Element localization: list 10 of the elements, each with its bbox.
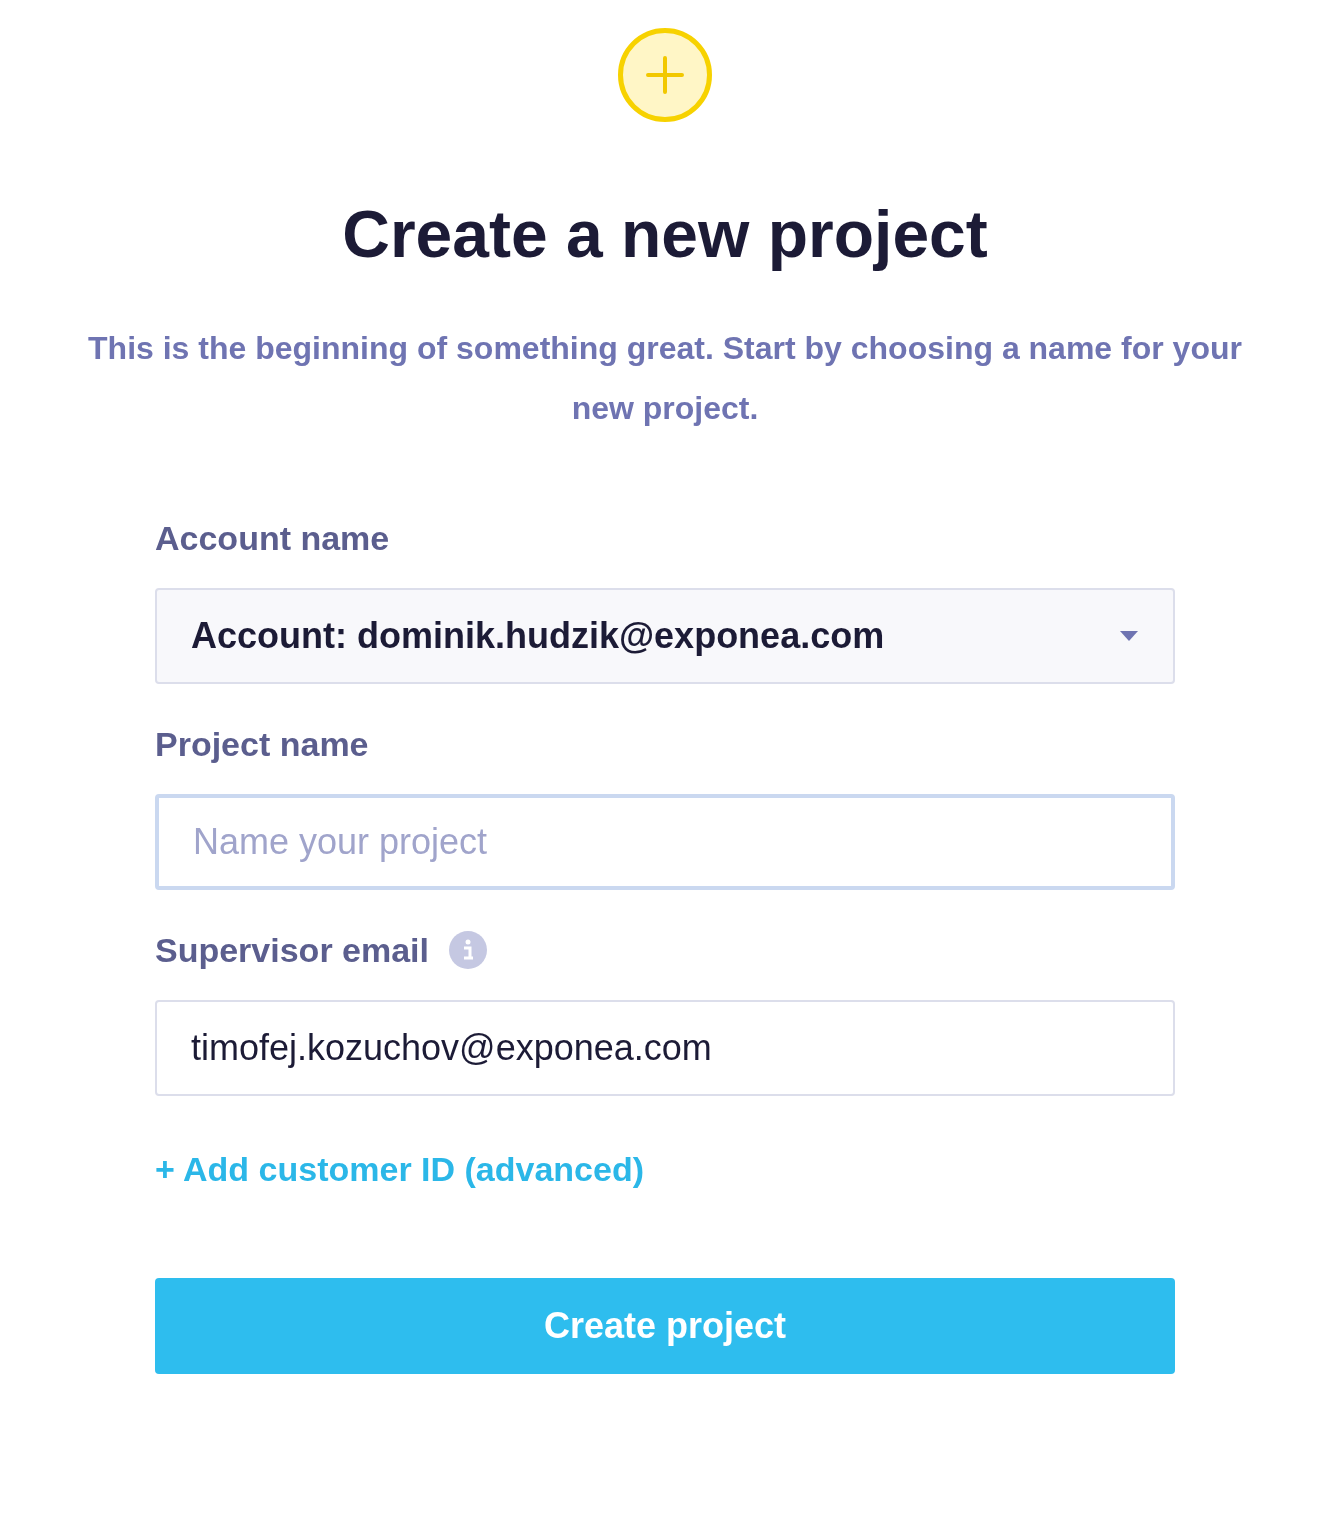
info-icon[interactable] [449,931,487,969]
page-title: Create a new project [342,196,988,273]
caret-icon [1119,630,1139,642]
input-field[interactable]: timofej.kozuchov@exponea.com [155,1000,1175,1096]
field-label: Project name [155,723,369,765]
field-label: Account name [155,517,390,559]
field-label: Supervisor email [155,929,429,971]
subtitle: This is the beginning of something great. Start by choosing a name for your new project. [87,329,1243,428]
input-field[interactable]: Name your project [155,794,1175,890]
account-dropdown[interactable]: Account: dominik.hudzik@exponea.com [155,588,1175,684]
